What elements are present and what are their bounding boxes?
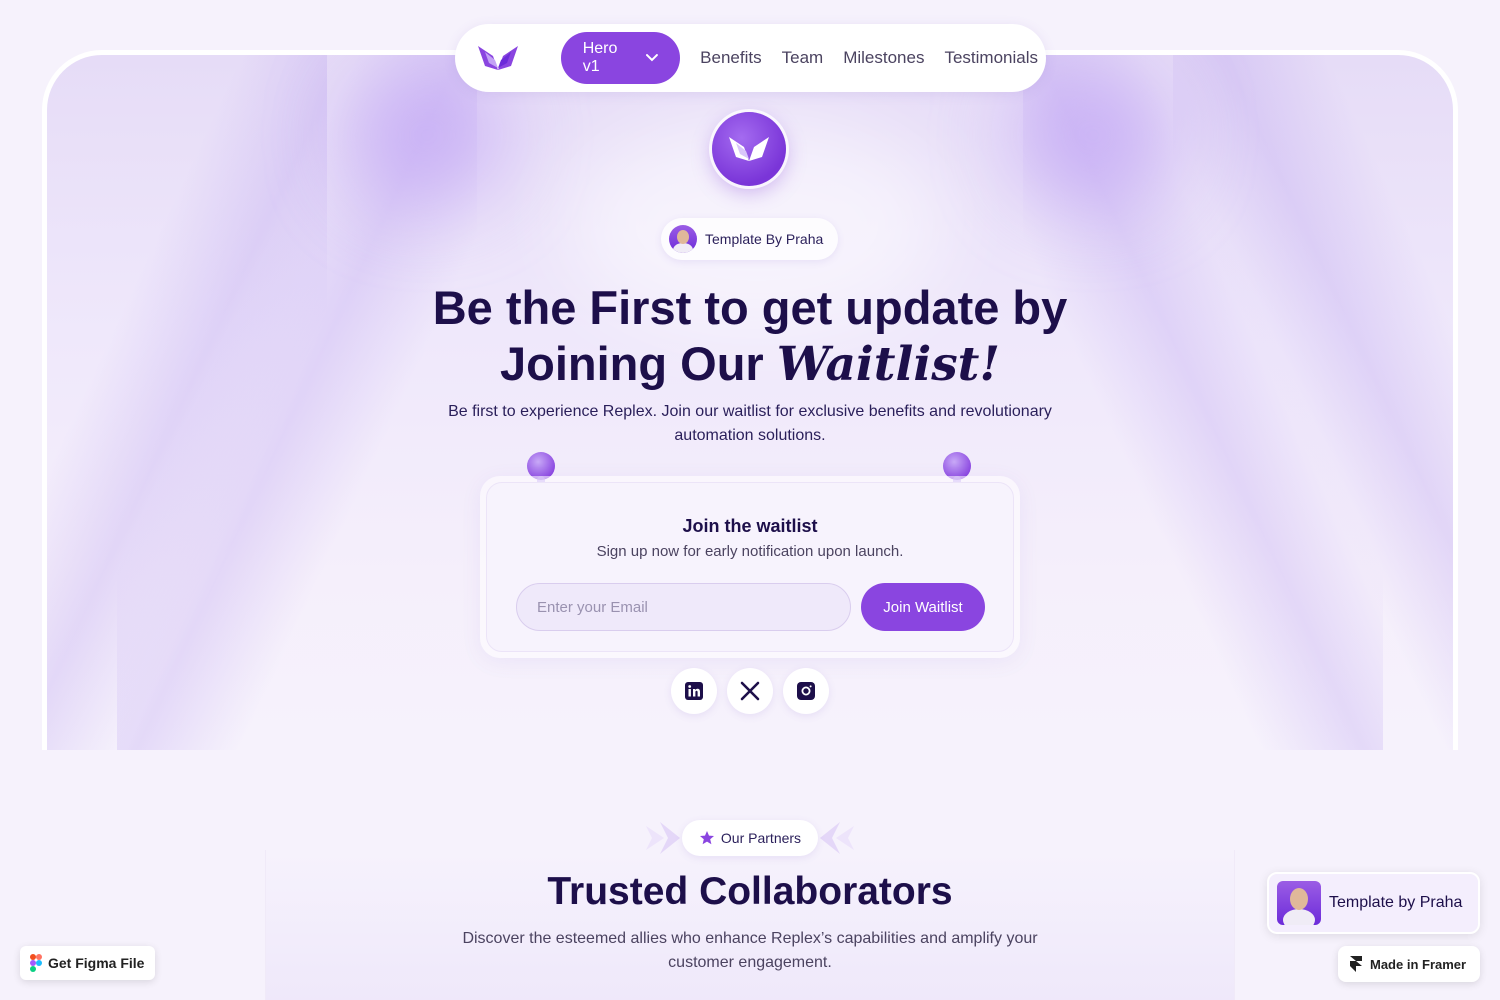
join-waitlist-button[interactable]: Join Waitlist — [861, 583, 985, 631]
partners-title: Trusted Collaborators — [547, 870, 953, 913]
hero-subheading: Be first to experience Replex. Join our … — [448, 403, 1052, 444]
figma-icon — [30, 954, 42, 972]
navbar: Hero v1 Benefits Team Milestones Testimo… — [455, 24, 1046, 92]
instagram-icon — [797, 682, 815, 700]
framer-label: Made in Framer — [1370, 956, 1467, 972]
headline-line-1: Be the First to get update by — [432, 281, 1068, 334]
chevron-down-icon — [646, 54, 659, 62]
nav-link-benefits[interactable]: Benefits — [700, 48, 761, 68]
linkedin-icon — [685, 682, 703, 700]
wing-right-icon — [820, 822, 854, 854]
headline-emphasis: Waitlist! — [776, 337, 1000, 392]
template-by-chip[interactable]: Template By Praha — [661, 218, 838, 260]
waitlist-subtitle: Sign up now for early notification upon … — [596, 543, 904, 560]
nav-hero-dropdown[interactable]: Hero v1 — [560, 32, 681, 84]
light-beam — [1173, 55, 1453, 750]
nav-hero-label: Hero v1 — [582, 40, 618, 75]
partners-chip: Our Partners — [682, 820, 818, 856]
wing-left-icon — [646, 822, 680, 854]
nav-link-team[interactable]: Team — [782, 48, 824, 68]
figma-label: Get Figma File — [48, 955, 145, 971]
waitlist-card: Join the waitlist Sign up now for early … — [486, 482, 1014, 652]
nav-link-milestones[interactable]: Milestones — [843, 48, 924, 68]
get-figma-file-button[interactable]: Get Figma File — [20, 946, 155, 980]
framer-icon — [1350, 956, 1362, 972]
x-button[interactable] — [727, 668, 773, 714]
waitlist-title: Join the waitlist — [682, 516, 818, 536]
praha-label: Template by Praha — [1329, 894, 1463, 911]
hero-headline: Be the First to get update by Joining Ou… — [300, 280, 1200, 393]
template-by-praha-card[interactable]: Template by Praha — [1267, 872, 1480, 934]
brand-logo[interactable] — [477, 43, 521, 73]
partners-subtitle: Discover the esteemed allies who enhance… — [462, 930, 1038, 971]
brand-logo-icon — [478, 46, 518, 70]
template-chip-label: Template By Praha — [705, 231, 824, 247]
partners-chip-label: Our Partners — [720, 830, 802, 846]
star-icon — [699, 831, 714, 845]
brand-logo-icon — [729, 137, 769, 161]
hero-logo — [712, 112, 786, 186]
headline-line-2-prefix: Joining Our — [499, 337, 777, 390]
avatar — [1277, 881, 1321, 925]
instagram-button[interactable] — [783, 668, 829, 714]
glow — [1013, 65, 1173, 205]
email-field[interactable] — [516, 583, 851, 631]
x-icon — [740, 681, 760, 701]
linkedin-button[interactable] — [671, 668, 717, 714]
made-in-framer-button[interactable]: Made in Framer — [1338, 946, 1480, 982]
nav-link-testimonials[interactable]: Testimonials — [944, 48, 1038, 68]
avatar — [669, 225, 697, 253]
